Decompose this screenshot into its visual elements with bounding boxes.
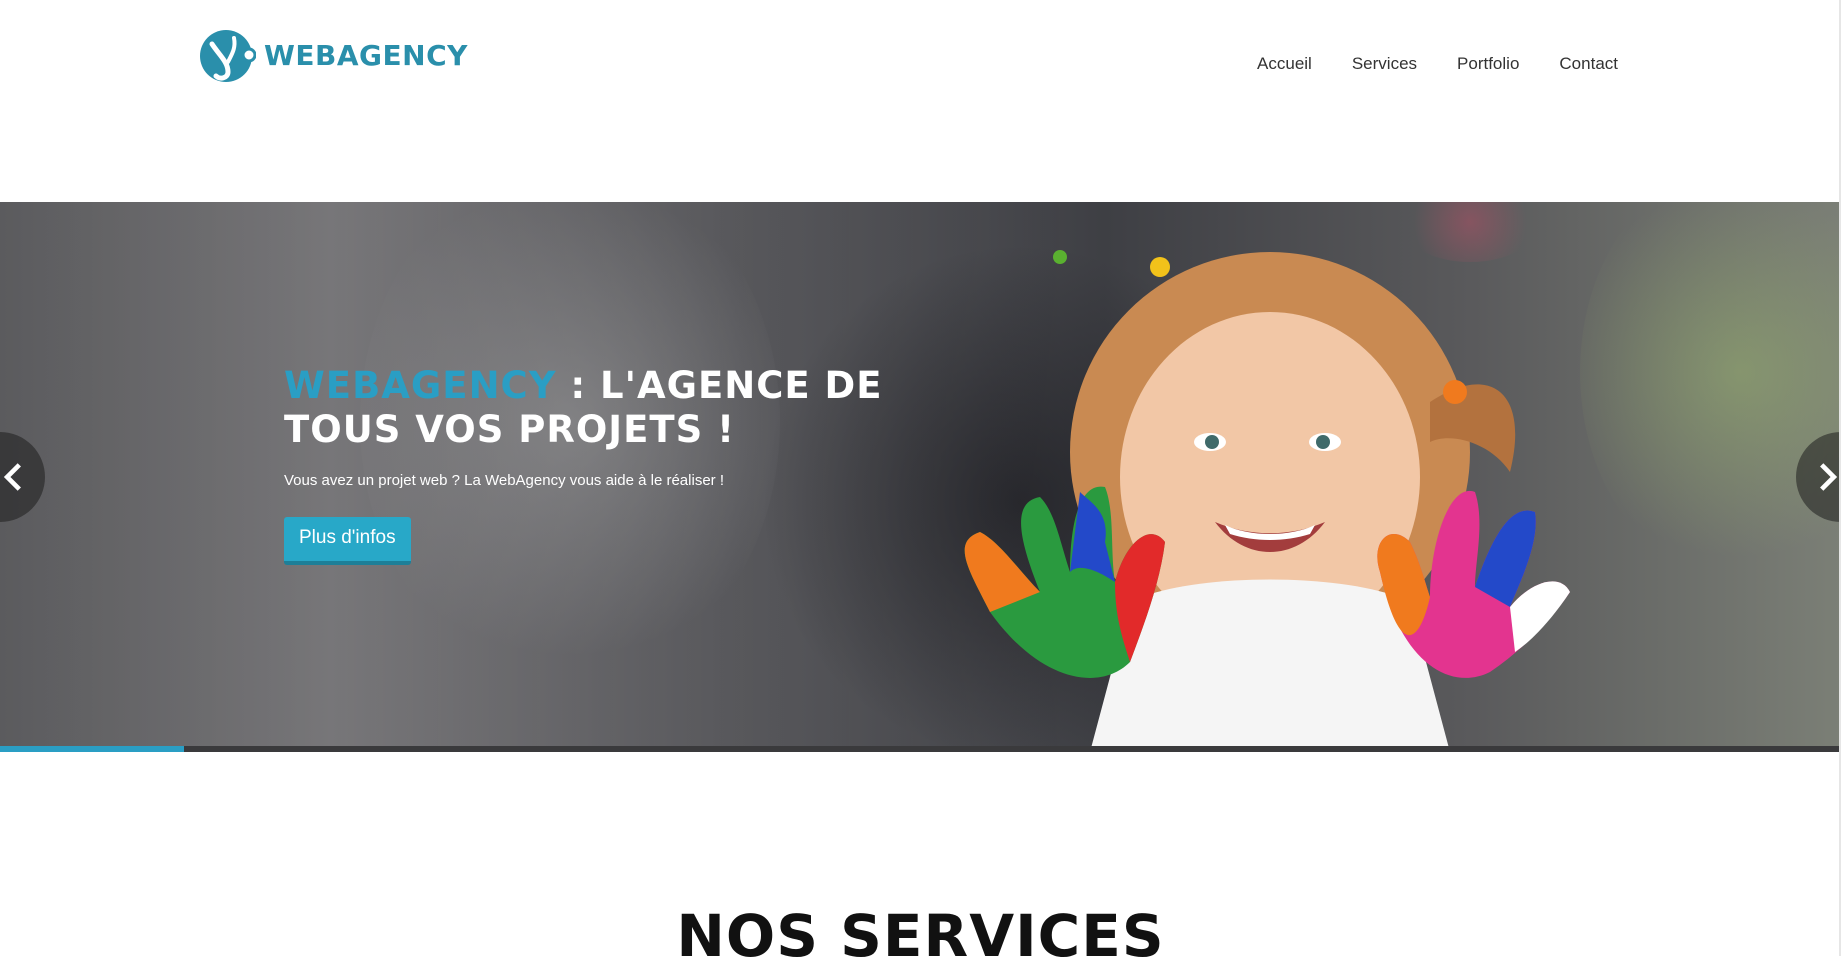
- site-header: WEBAGENCY Accueil Services Portfolio Con…: [0, 0, 1841, 202]
- hero-title-brand: WEBAGENCY: [284, 364, 557, 407]
- nav-services[interactable]: Services: [1352, 54, 1417, 74]
- nav-contact[interactable]: Contact: [1559, 54, 1618, 74]
- hero-caption: WEBAGENCY : L'AGENCE DE TOUS VOS PROJETS…: [284, 364, 924, 565]
- hero-slider: WEBAGENCY : L'AGENCE DE TOUS VOS PROJETS…: [0, 202, 1841, 752]
- logo-text: WEBAGENCY: [264, 38, 468, 72]
- webagency-logo-icon: [200, 30, 256, 82]
- chevron-right-icon: [1820, 463, 1838, 491]
- hero-child-image: [964, 250, 1570, 752]
- nav-accueil[interactable]: Accueil: [1257, 54, 1312, 74]
- hero-subtitle: Vous avez un projet web ? La WebAgency v…: [284, 472, 724, 489]
- more-info-button[interactable]: Plus d'infos: [284, 517, 411, 565]
- nav-portfolio[interactable]: Portfolio: [1457, 54, 1519, 74]
- hero-title: WEBAGENCY : L'AGENCE DE TOUS VOS PROJETS…: [284, 364, 924, 452]
- logo[interactable]: WEBAGENCY: [198, 26, 468, 84]
- slider-progress-bar: [0, 746, 1841, 752]
- slider-progress-fill: [0, 746, 185, 752]
- services-heading: NOS SERVICES: [676, 902, 1165, 970]
- chevron-left-icon: [3, 463, 21, 491]
- main-nav: Accueil Services Portfolio Contact: [1217, 54, 1618, 74]
